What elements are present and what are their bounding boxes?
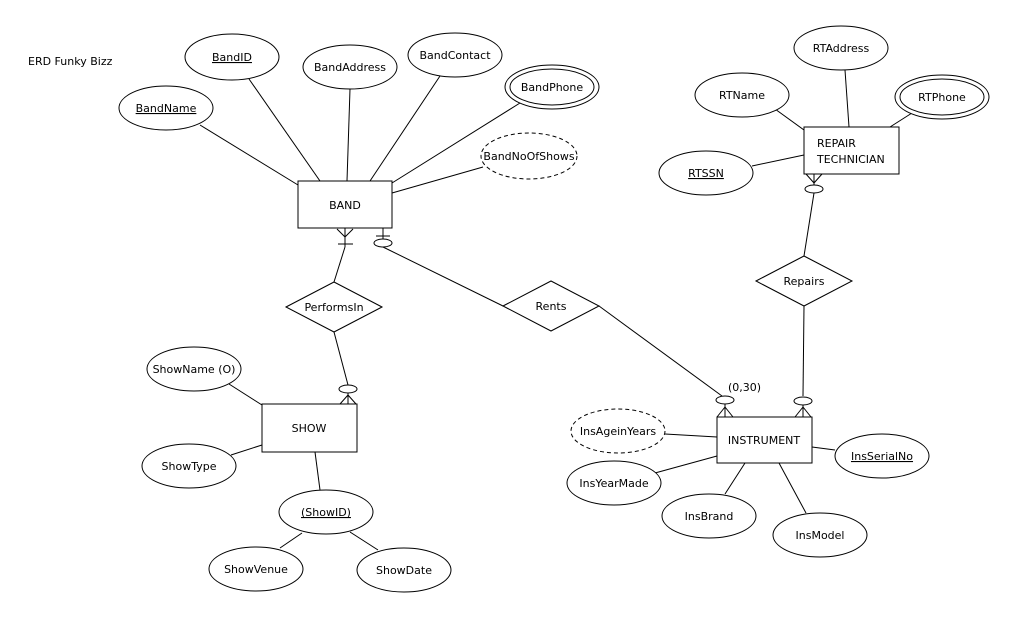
attr-label: ShowName (O)	[153, 363, 236, 376]
entity-label: SHOW	[292, 422, 327, 435]
attr-label: BandContact	[419, 49, 491, 62]
attr-ins-brand[interactable]: InsBrand	[661, 493, 757, 539]
attr-label: BandNoOfShows	[483, 150, 574, 163]
attr-label: RTSSN	[688, 167, 724, 180]
attr-label: RTName	[719, 89, 765, 102]
attr-band-id[interactable]: BandID	[184, 33, 280, 81]
attr-label: RTPhone	[918, 91, 966, 104]
attr-label: InsSerialNo	[851, 450, 913, 463]
attr-label: InsYearMade	[579, 477, 648, 490]
attr-rt-name[interactable]: RTName	[694, 72, 790, 118]
attr-label: BandPhone	[521, 81, 584, 94]
attr-label: ShowType	[162, 460, 217, 473]
attr-label: ShowVenue	[224, 563, 288, 576]
attr-label: RTAddress	[813, 42, 870, 55]
attr-band-name[interactable]: BandName	[118, 85, 214, 131]
relationship-repairs[interactable]: Repairs	[754, 255, 854, 307]
entity-label: BAND	[329, 199, 361, 212]
attr-show-id[interactable]: (ShowID)	[278, 489, 374, 535]
entity-label: TECHNICIAN	[816, 153, 885, 166]
attr-ins-serial-no[interactable]: InsSerialNo	[834, 433, 930, 479]
attr-rt-phone[interactable]: RTPhone	[894, 74, 990, 120]
diagram-title: ERD Funky Bizz	[28, 55, 113, 68]
cardinality-label: (0,30)	[728, 381, 761, 394]
relationship-label: Repairs	[784, 275, 825, 288]
entity-repair-technician[interactable]: REPAIR TECHNICIAN	[803, 126, 900, 175]
attr-label: InsBrand	[685, 510, 734, 523]
relationship-performs-in[interactable]: PerformsIn	[284, 281, 384, 333]
attr-rt-ssn[interactable]: RTSSN	[658, 150, 754, 196]
attr-label: BandAddress	[314, 61, 386, 74]
relationship-rents[interactable]: Rents	[501, 280, 601, 332]
entity-label: REPAIR	[817, 137, 856, 150]
attr-band-phone[interactable]: BandPhone	[504, 64, 600, 110]
attr-show-type[interactable]: ShowType	[141, 443, 237, 489]
attr-band-address[interactable]: BandAddress	[302, 44, 398, 90]
attr-ins-model[interactable]: InsModel	[772, 512, 868, 558]
relationship-label: Rents	[536, 300, 567, 313]
attr-label: BandID	[212, 51, 252, 64]
erd-diagram: ERD Funky Bizz (0,30) BAND REPAIR TECHNI…	[28, 25, 990, 593]
relationship-label: PerformsIn	[304, 301, 363, 314]
attr-show-date[interactable]: ShowDate	[356, 547, 452, 593]
attr-label: (ShowID)	[301, 506, 351, 519]
attr-label: BandName	[136, 102, 197, 115]
entity-show[interactable]: SHOW	[261, 403, 358, 453]
attr-ins-age[interactable]: InsAgeinYears	[570, 408, 666, 454]
attr-band-no-of-shows[interactable]: BandNoOfShows	[480, 132, 578, 180]
attr-label: InsModel	[796, 529, 845, 542]
attr-label: ShowDate	[376, 564, 432, 577]
entity-instrument[interactable]: INSTRUMENT	[716, 416, 813, 464]
entity-label: INSTRUMENT	[728, 434, 801, 447]
attr-band-contact[interactable]: BandContact	[407, 32, 503, 78]
attr-show-name[interactable]: ShowName (O)	[146, 346, 242, 392]
attr-rt-address[interactable]: RTAddress	[793, 25, 889, 71]
attr-ins-year-made[interactable]: InsYearMade	[566, 460, 662, 506]
entity-band[interactable]: BAND	[297, 180, 393, 229]
attr-label: InsAgeinYears	[580, 425, 657, 438]
attr-show-venue[interactable]: ShowVenue	[208, 546, 304, 592]
